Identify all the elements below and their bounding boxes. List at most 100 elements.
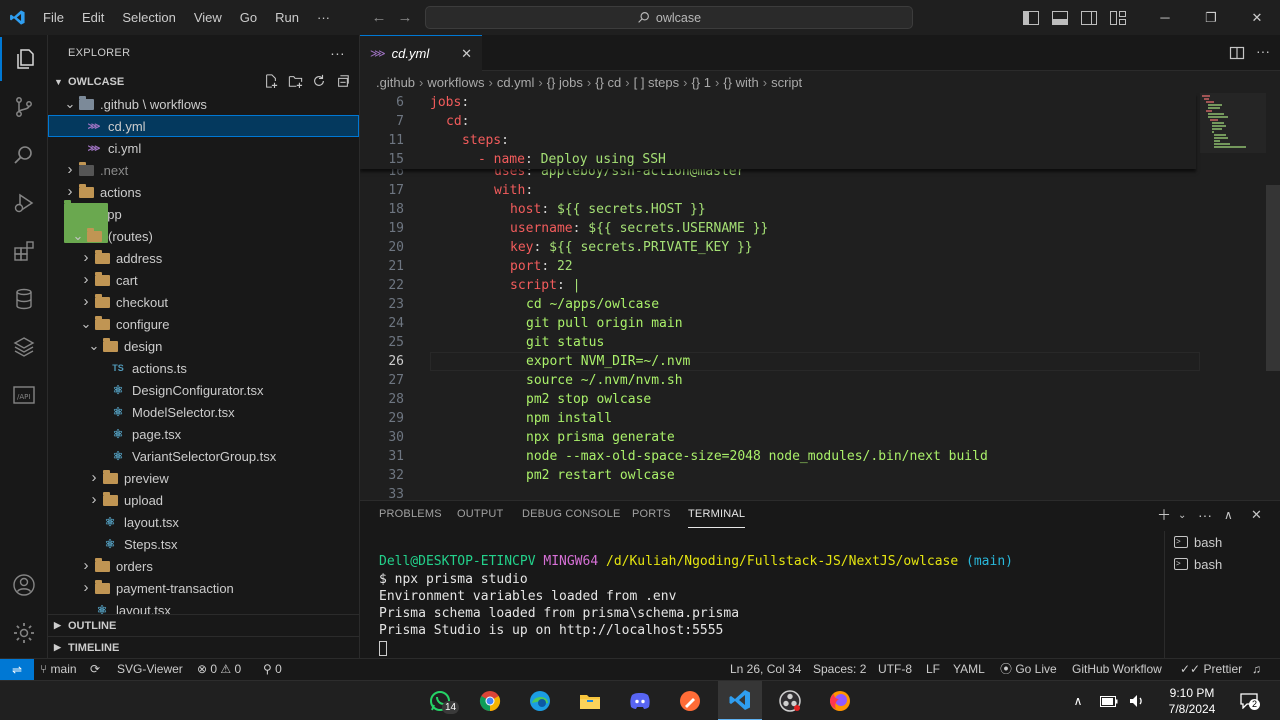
tree-file[interactable]: ⚛ VariantSelectorGroup.tsx (48, 445, 359, 467)
account-icon[interactable] (0, 563, 48, 607)
notifications-bell-icon[interactable]: ♫ (1252, 659, 1261, 681)
sync-icon[interactable]: ⟳ (90, 659, 100, 681)
problems-status[interactable]: ⊗ 0 ⚠ 0 (197, 659, 241, 681)
tree-file[interactable]: TS actions.ts (48, 357, 359, 379)
refresh-icon[interactable] (309, 74, 329, 91)
panel-tab-debug-console[interactable]: DEBUG CONSOLE (522, 501, 621, 529)
tree-folder[interactable]: › checkout (48, 291, 359, 313)
go-live-button[interactable]: ⦿ Go Live (1000, 659, 1057, 681)
remote-indicator-icon[interactable]: ⇌ (0, 659, 34, 681)
database-icon[interactable] (0, 277, 48, 321)
tree-file[interactable]: ⋙ cd.yml (48, 115, 359, 137)
terminal-list-item-bash[interactable]: > bash (1174, 531, 1222, 553)
edge-icon[interactable] (518, 681, 562, 720)
close-window-button[interactable]: ✕ (1234, 0, 1280, 35)
panel-tab-problems[interactable]: PROBLEMS (379, 501, 442, 529)
obs-icon[interactable] (768, 681, 812, 720)
layers-icon[interactable] (0, 325, 48, 369)
tree-folder[interactable]: ⌄ configure (48, 313, 359, 335)
run-debug-icon[interactable] (0, 181, 48, 225)
breadcrumb-item[interactable]: script (771, 75, 802, 90)
tree-folder[interactable]: ⌄app (48, 200, 359, 243)
breadcrumb-item[interactable]: cd.yml (497, 75, 535, 90)
breadcrumb-item[interactable]: {} with (723, 75, 758, 90)
timeline-section-header[interactable]: ▶ TIMELINE (48, 636, 359, 658)
terminal-list-item-bash[interactable]: > bash (1174, 553, 1222, 575)
new-terminal-icon[interactable]: ＋ (1157, 501, 1171, 529)
minimap[interactable] (1200, 93, 1266, 500)
tree-file[interactable]: ⚛ layout.tsx (48, 511, 359, 533)
new-folder-icon[interactable] (285, 74, 305, 91)
indentation[interactable]: Spaces: 2 (813, 659, 866, 681)
system-clock[interactable]: 9:10 PM 7/8/2024 (1162, 685, 1222, 717)
menu-selection[interactable]: Selection (113, 0, 184, 35)
extensions-icon[interactable] (0, 229, 48, 273)
breadcrumb-item[interactable]: workflows (427, 75, 484, 90)
menu-view[interactable]: View (185, 0, 231, 35)
panel-more-icon[interactable]: ··· (1198, 501, 1212, 529)
prettier-status[interactable]: ✓✓ Prettier (1180, 659, 1242, 681)
tree-file[interactable]: ⚛ page.tsx (48, 423, 359, 445)
sticky-scroll-header[interactable]: 6 jobs: 7 cd: 11 steps: 15 - name: Deploy using… (360, 93, 1196, 169)
breadcrumb-item[interactable]: {} cd (595, 75, 621, 90)
tree-folder[interactable]: ⌄ .github \ workflows (48, 93, 359, 115)
restore-button[interactable]: ❐ (1188, 0, 1234, 35)
tree-file[interactable]: ⚛ ModelSelector.tsx (48, 401, 359, 423)
tree-file[interactable]: ⋙ ci.yml (48, 137, 359, 159)
terminal-dropdown-icon[interactable]: ⌄ (1178, 501, 1186, 529)
tree-file[interactable]: ⚛ DesignConfigurator.tsx (48, 379, 359, 401)
command-center-search[interactable]: owlcase (425, 6, 913, 29)
source-control-icon[interactable] (0, 85, 48, 129)
battery-icon[interactable] (1098, 681, 1120, 720)
split-editor-icon[interactable] (1229, 45, 1245, 64)
tree-folder[interactable]: › .next (48, 159, 359, 181)
new-file-icon[interactable] (261, 73, 281, 91)
tray-overflow-chevron-icon[interactable]: ∧ (1068, 681, 1088, 720)
api-client-icon[interactable]: /API (0, 373, 48, 417)
more-actions-icon[interactable]: ··· (330, 45, 345, 61)
menu-file[interactable]: File (34, 0, 73, 35)
postman-icon[interactable] (668, 681, 712, 720)
encoding[interactable]: UTF-8 (878, 659, 912, 681)
close-panel-icon[interactable]: ✕ (1251, 501, 1262, 529)
panel-tab-terminal[interactable]: TERMINAL (688, 501, 746, 528)
tree-folder[interactable]: › cart (48, 269, 359, 291)
end-of-line[interactable]: LF (926, 659, 940, 681)
settings-gear-icon[interactable] (0, 611, 48, 655)
editor-more-actions-icon[interactable]: ··· (1256, 43, 1270, 59)
panel-tab-output[interactable]: OUTPUT (457, 501, 503, 529)
github-workflow-status[interactable]: GitHub Workflow (1072, 659, 1162, 681)
whatsapp-icon[interactable]: 14 (418, 681, 462, 720)
toggle-secondary-sidebar-icon[interactable] (1074, 0, 1103, 35)
minimize-button[interactable]: ─ (1142, 0, 1188, 35)
discord-icon[interactable] (618, 681, 662, 720)
toggle-panel-icon[interactable] (1045, 0, 1074, 35)
tree-folder[interactable]: › upload (48, 489, 359, 511)
tree-folder[interactable]: ⌄ design (48, 335, 359, 357)
language-mode[interactable]: YAML (953, 659, 985, 681)
tree-folder[interactable]: › actions (48, 181, 359, 203)
branch-status[interactable]: ⑂ main (40, 659, 77, 681)
customize-layout-icon[interactable] (1103, 0, 1132, 35)
tree-folder[interactable]: › preview (48, 467, 359, 489)
toggle-primary-sidebar-icon[interactable] (1016, 0, 1045, 35)
tab-cd-yml[interactable]: ⋙ cd.yml ✕ (360, 35, 482, 71)
back-arrow-icon[interactable]: ← (366, 9, 392, 26)
forward-arrow-icon[interactable]: → (392, 9, 418, 26)
cursor-position[interactable]: Ln 26, Col 34 (730, 659, 801, 681)
ports-status[interactable]: ⚲ 0 (263, 659, 282, 681)
menu-go[interactable]: Go (231, 0, 266, 35)
breadcrumb-item[interactable]: [ ] steps (634, 75, 680, 90)
tree-folder[interactable]: › orders (48, 555, 359, 577)
close-tab-icon[interactable]: ✕ (461, 46, 472, 62)
vscode-taskbar-icon[interactable] (718, 681, 762, 720)
code-editor[interactable]: 6 jobs: 7 cd: 11 steps: 15 - name: Deploy using… (360, 93, 1280, 500)
search-view-icon[interactable] (0, 133, 48, 177)
menu-more[interactable]: ··· (308, 0, 339, 35)
file-explorer-icon[interactable] (568, 681, 612, 720)
tree-folder[interactable]: ⌄ (routes) (48, 225, 359, 247)
breadcrumb-item[interactable]: {} 1 (691, 75, 711, 90)
editor-scrollbar[interactable] (1266, 185, 1280, 371)
notification-center-icon[interactable]: 2 (1234, 681, 1264, 720)
menu-edit[interactable]: Edit (73, 0, 113, 35)
